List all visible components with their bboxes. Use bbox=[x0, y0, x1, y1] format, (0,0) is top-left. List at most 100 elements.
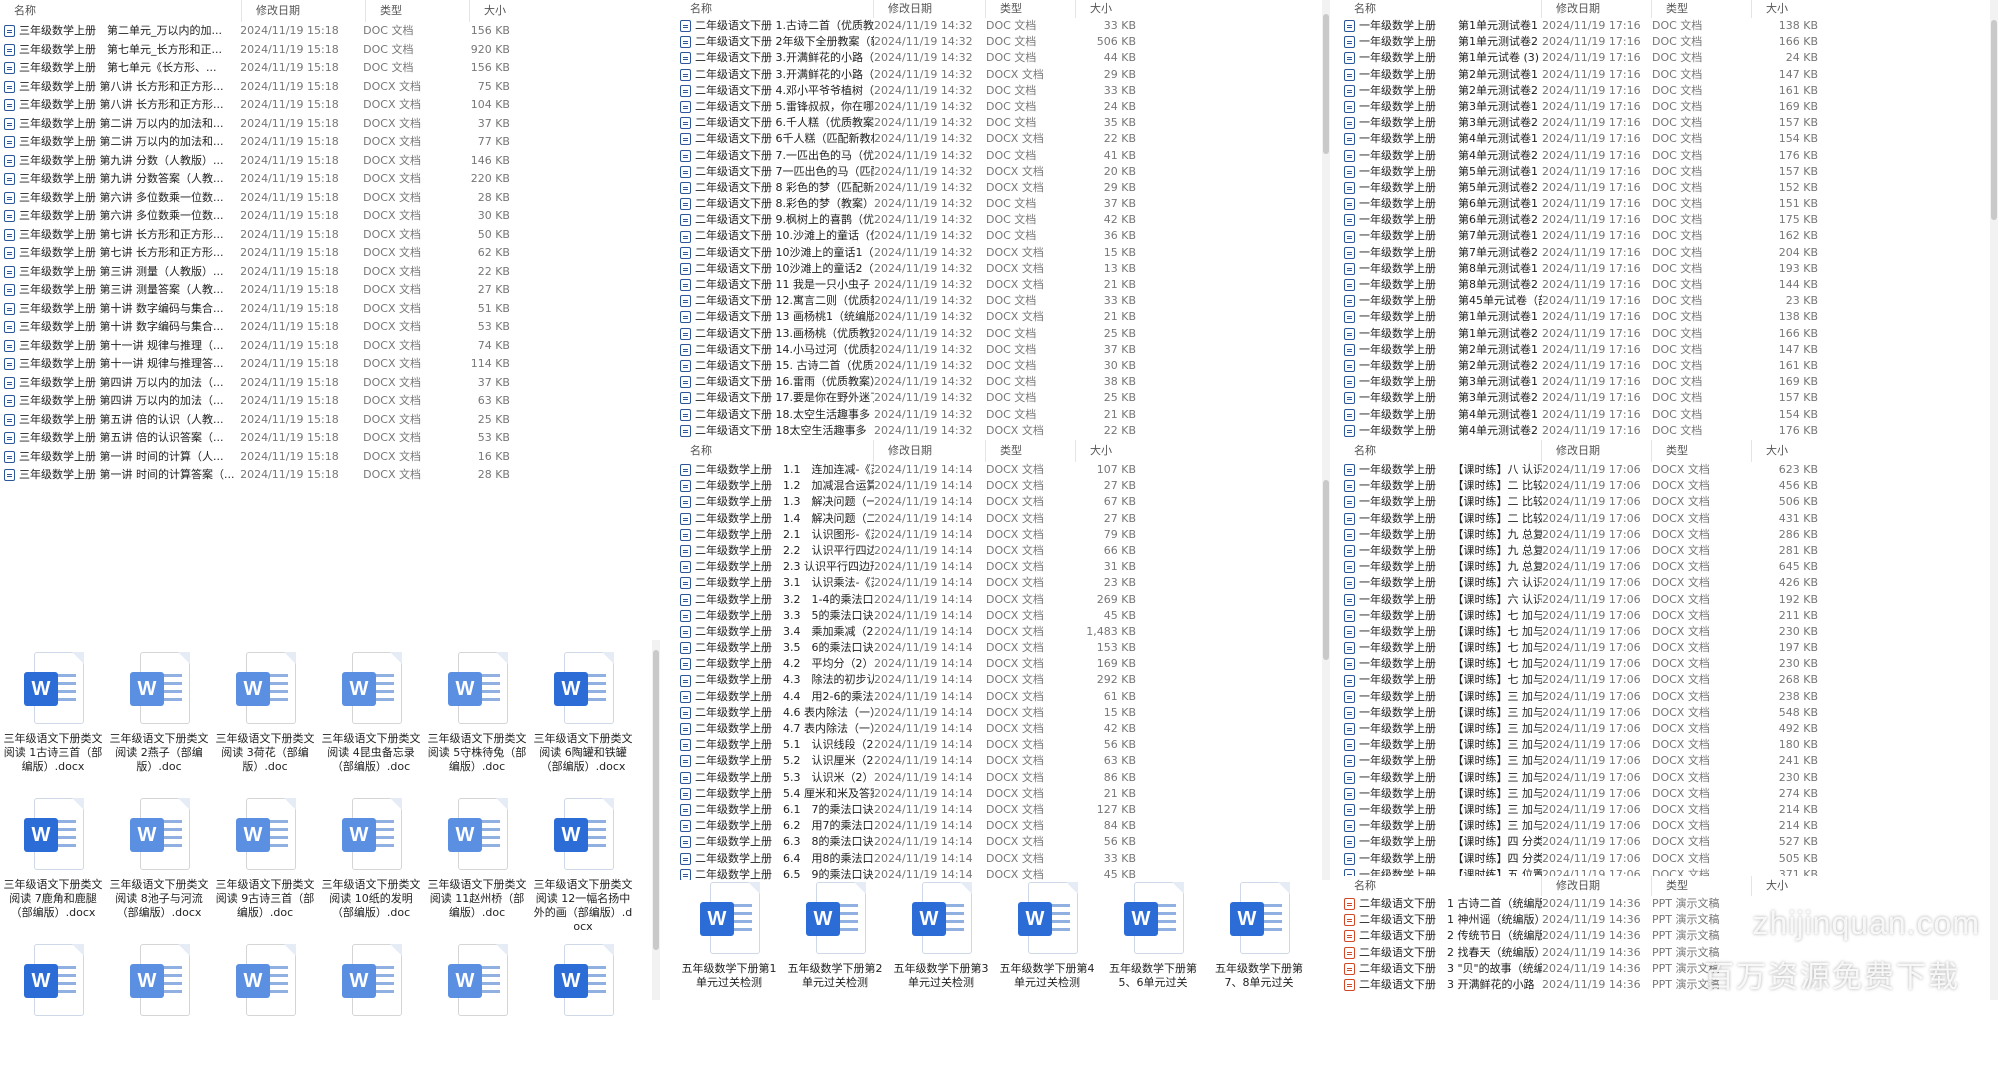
column-type-header[interactable]: 类型 bbox=[1652, 0, 1752, 18]
file-row[interactable]: 二年级数学上册 4.7 表内除法（一）... 2024/11/19 14:14 DO… bbox=[676, 721, 1310, 737]
file-row[interactable]: 一年级数学上册 【课时练】四 分类篇...2024/11/19 17:06 DOC… bbox=[1340, 851, 1990, 867]
file-tile[interactable]: W bbox=[530, 940, 636, 1086]
file-row[interactable]: 二年级数学上册 3.5 6的乘法口诀（2...2024/11/19 14:14 D… bbox=[676, 640, 1310, 656]
file-tile[interactable]: W 三年级语文下册类文阅读 5守株待兔（部编版）.doc bbox=[424, 648, 530, 794]
file-row[interactable]: 一年级数学上册 【课时练】六 认识图...2024/11/19 17:06 DOC… bbox=[1340, 592, 1990, 608]
file-row[interactable]: 二年级语文下册 15. 古诗二首（优质教...2024/11/19 14:32 D… bbox=[676, 358, 1310, 374]
scrollbar-right-middle[interactable] bbox=[1322, 440, 1330, 880]
file-row[interactable]: 二年级语文下册 4.邓小平爷爷植树（优...2024/11/19 14:32 DO… bbox=[676, 83, 1310, 99]
column-size-header[interactable]: 大小 bbox=[1752, 876, 1812, 896]
file-row[interactable]: 一年级数学上册 【课时练】三 加与减...2024/11/19 17:06 DOC… bbox=[1340, 802, 1990, 818]
file-row[interactable]: 二年级数学上册 4.6 表内除法（一）... 2024/11/19 14:14 DO… bbox=[676, 705, 1310, 721]
file-row[interactable]: 三年级数学上册 第七讲 长方形和正方形... 2024/11/19 15:18 DO… bbox=[0, 244, 510, 263]
file-row[interactable]: 二年级数学上册 3.1 认识乘法-《苏教...2024/11/19 14:14 D… bbox=[676, 575, 1310, 591]
file-row[interactable]: 一年级数学上册 【课时练】九 总复习...2024/11/19 17:06 DOC… bbox=[1340, 543, 1990, 559]
file-row[interactable]: 二年级语文下册 8 彩色的梦（匹配新教...2024/11/19 14:32 DO… bbox=[676, 180, 1310, 196]
file-row[interactable]: 一年级数学上册 第3单元测试卷2（... 2024/11/19 17:16 DOC … bbox=[1340, 390, 1990, 406]
scrollbar-thumb[interactable] bbox=[653, 650, 659, 950]
file-row[interactable]: 一年级数学上册 第4单元测试卷2（... 2024/11/19 17:16 DOC … bbox=[1340, 148, 1990, 164]
file-row[interactable]: 一年级数学上册 【课时练】九 总复习...2024/11/19 17:06 DOC… bbox=[1340, 527, 1990, 543]
file-row[interactable]: 二年级数学上册 2.2 认识平行四边形-...2024/11/19 14:14 D… bbox=[676, 543, 1310, 559]
file-row[interactable]: 二年级语文下册 5.雷锋叔叔，你在哪里...2024/11/19 14:32 DO… bbox=[676, 99, 1310, 115]
file-row[interactable]: 一年级数学上册 第2单元测试卷2（... 2024/11/19 17:16 DOC … bbox=[1340, 83, 1990, 99]
file-row[interactable]: 二年级语文下册 18.太空生活趣事多（优...2024/11/19 14:32 D… bbox=[676, 407, 1310, 423]
file-tile[interactable]: W 五年级数学下册第7、8单元过关 bbox=[1206, 878, 1312, 1024]
file-row[interactable]: 一年级数学上册 【课时练】六 认识图...2024/11/19 17:06 DOC… bbox=[1340, 575, 1990, 591]
column-type-header[interactable]: 类型 bbox=[986, 440, 1076, 462]
file-row[interactable]: 一年级数学上册 第6单元测试卷1（... 2024/11/19 17:16 DOC … bbox=[1340, 196, 1990, 212]
file-tile[interactable]: W 三年级语文下册类文阅读 1古诗三首（部编版）.docx bbox=[0, 648, 106, 794]
column-name-header[interactable]: 名称 bbox=[1340, 0, 1542, 18]
file-tile[interactable]: W 五年级数学下册第3单元过关检测 bbox=[888, 878, 994, 1024]
file-row[interactable]: 三年级数学上册 第四讲 万以内的加法（... 2024/11/19 15:18 DO… bbox=[0, 392, 510, 411]
column-name-header[interactable]: 名称 bbox=[0, 0, 242, 22]
file-row[interactable]: 一年级数学上册 【课时练】三 加与减...2024/11/19 17:06 DOC… bbox=[1340, 786, 1990, 802]
scrollbar-far-right[interactable] bbox=[1990, 0, 1998, 1000]
file-row[interactable]: 二年级语文下册 3.开满鲜花的小路（匹...2024/11/19 14:32 DO… bbox=[676, 50, 1310, 66]
file-row[interactable]: 一年级数学上册 第4单元测试卷1（... 2024/11/19 17:16 DOC … bbox=[1340, 131, 1990, 147]
column-date-header[interactable]: 修改日期 bbox=[874, 0, 986, 18]
file-row[interactable]: 一年级数学上册 【课时练】三 加与减...2024/11/19 17:06 DOC… bbox=[1340, 689, 1990, 705]
file-tile[interactable]: W 三年级语文下册类文阅读 8池子与河流（部编版）.docx bbox=[106, 794, 212, 940]
file-row[interactable]: 三年级数学上册 第一讲 时间的计算答案（... 2024/11/19 15:18 D… bbox=[0, 466, 510, 485]
file-row[interactable]: 二年级语文下册 2年级下全册教案（新... 2024/11/19 14:32 DOC… bbox=[676, 34, 1310, 50]
file-row[interactable]: 三年级数学上册 第五讲 倍的认识（人教... 2024/11/19 15:18 DO… bbox=[0, 411, 510, 430]
file-row[interactable]: 一年级数学上册 第3单元测试卷1（... 2024/11/19 17:16 DOC … bbox=[1340, 99, 1990, 115]
file-row[interactable]: 二年级数学上册 1.2 加减混合运算（2...2024/11/19 14:14 D… bbox=[676, 478, 1310, 494]
file-row[interactable]: 一年级数学上册 第8单元测试卷2（... 2024/11/19 17:16 DOC … bbox=[1340, 277, 1990, 293]
file-row[interactable]: 一年级数学上册 第5单元测试卷2（... 2024/11/19 17:16 DOC … bbox=[1340, 180, 1990, 196]
file-row[interactable]: 二年级语文下册 18太空生活趣事多（统...2024/11/19 14:32 DO… bbox=[676, 423, 1310, 439]
file-row[interactable]: 二年级数学上册 1.4 解决问题（二）-...2024/11/19 14:14 D… bbox=[676, 511, 1310, 527]
file-row[interactable]: 二年级语文下册 12.寓言二则（优质教案...2024/11/19 14:32 D… bbox=[676, 293, 1310, 309]
file-row[interactable]: 二年级语文下册 6.千人糕（优质教案）...2024/11/19 14:32 DO… bbox=[676, 115, 1310, 131]
file-row[interactable]: 三年级数学上册 第九讲 分数答案（人教... 2024/11/19 15:18 DO… bbox=[0, 170, 510, 189]
column-name-header[interactable]: 名称 bbox=[676, 440, 874, 462]
file-row[interactable]: 一年级数学上册 第5单元测试卷1（... 2024/11/19 17:16 DOC … bbox=[1340, 164, 1990, 180]
file-row[interactable]: 二年级数学上册 5.4 厘米和米及答案（...2024/11/19 14:14 D… bbox=[676, 786, 1310, 802]
file-tile[interactable]: W 三年级语文下册类文阅读 2燕子（部编版）.doc bbox=[106, 648, 212, 794]
file-row[interactable]: 一年级数学上册 【课时练】二 比较篇...2024/11/19 17:06 DOC… bbox=[1340, 478, 1990, 494]
file-row[interactable]: 二年级数学上册 4.4 用2-6的乘法口...2024/11/19 14:14 D… bbox=[676, 689, 1310, 705]
file-row[interactable]: 二年级语文下册 13.画杨桃（优质教案）...2024/11/19 14:32 D… bbox=[676, 326, 1310, 342]
file-row[interactable]: 二年级语文下册 10沙滩上的童话1（统...2024/11/19 14:32 DO… bbox=[676, 245, 1310, 261]
file-row[interactable]: 一年级数学上册 第1单元试卷 (3)（... 2024/11/19 17:16 DO… bbox=[1340, 50, 1990, 66]
file-row[interactable]: 三年级数学上册 第九讲 分数（人教版）... 2024/11/19 15:18 DO… bbox=[0, 152, 510, 171]
file-row[interactable]: 二年级语文下册 7.一匹出色的马（优质...2024/11/19 14:32 DO… bbox=[676, 148, 1310, 164]
file-row[interactable]: 一年级数学上册 第2单元测试卷2（... 2024/11/19 17:16 DOC … bbox=[1340, 358, 1990, 374]
file-row[interactable]: 一年级数学上册 第1单元测试卷2（... 2024/11/19 17:16 DOC … bbox=[1340, 326, 1990, 342]
file-row[interactable]: 一年级数学上册 第45单元试卷（部... 2024/11/19 17:16 DOC … bbox=[1340, 293, 1990, 309]
column-type-header[interactable]: 类型 bbox=[1652, 876, 1752, 896]
column-size-header[interactable]: 大小 bbox=[1076, 440, 1136, 462]
file-row[interactable]: 一年级数学上册 【课时练】八 认识钟...2024/11/19 17:06 DOC… bbox=[1340, 462, 1990, 478]
file-row[interactable]: 三年级数学上册 第八讲 长方形和正方形... 2024/11/19 15:18 DO… bbox=[0, 78, 510, 97]
file-row[interactable]: 二年级数学上册 6.2 用7的乘法口诀求...2024/11/19 14:14 D… bbox=[676, 818, 1310, 834]
file-tile[interactable]: W 三年级语文下册类文阅读 12一幅名扬中外的画（部编版）.docx bbox=[530, 794, 636, 940]
file-row[interactable]: 三年级数学上册 第十讲 数字编码与集合... 2024/11/19 15:18 DO… bbox=[0, 300, 510, 319]
column-type-header[interactable]: 类型 bbox=[1652, 440, 1752, 462]
file-row[interactable]: 三年级数学上册 第十讲 数字编码与集合... 2024/11/19 15:18 DO… bbox=[0, 318, 510, 337]
file-tile[interactable]: W bbox=[0, 940, 106, 1086]
file-row[interactable]: 一年级数学上册 【课时练】三 加与减...2024/11/19 17:06 DOC… bbox=[1340, 705, 1990, 721]
column-date-header[interactable]: 修改日期 bbox=[1542, 876, 1652, 896]
file-row[interactable]: 二年级语文下册 10.沙滩上的童话（优质...2024/11/19 14:32 D… bbox=[676, 228, 1310, 244]
file-row[interactable]: 一年级数学上册 第1单元测试卷1（... 2024/11/19 17:16 DOC … bbox=[1340, 309, 1990, 325]
file-row[interactable]: 二年级语文下册 14.小马过河（优质教案...2024/11/19 14:32 D… bbox=[676, 342, 1310, 358]
file-tile[interactable]: W 五年级数学下册第4单元过关检测 bbox=[994, 878, 1100, 1024]
column-size-header[interactable]: 大小 bbox=[470, 0, 510, 22]
file-tile[interactable]: W 五年级数学下册第5、6单元过关 bbox=[1100, 878, 1206, 1024]
file-row[interactable]: 一年级数学上册 第4单元测试卷1（... 2024/11/19 17:16 DOC … bbox=[1340, 407, 1990, 423]
file-row[interactable]: 三年级数学上册 第二讲 万以内的加法和... 2024/11/19 15:18 DO… bbox=[0, 133, 510, 152]
file-row[interactable]: 一年级数学上册 第6单元测试卷2（... 2024/11/19 17:16 DOC … bbox=[1340, 212, 1990, 228]
file-row[interactable]: 一年级数学上册 【课时练】七 加与减...2024/11/19 17:06 DOC… bbox=[1340, 624, 1990, 640]
file-tile[interactable]: W 五年级数学下册第2单元过关检测 bbox=[782, 878, 888, 1024]
file-row[interactable]: 一年级数学上册 【课时练】三 加与减...2024/11/19 17:06 DOC… bbox=[1340, 770, 1990, 786]
file-row[interactable]: 三年级数学上册 第四讲 万以内的加法（... 2024/11/19 15:18 DO… bbox=[0, 374, 510, 393]
file-row[interactable]: 一年级数学上册 第7单元测试卷1（... 2024/11/19 17:16 DOC … bbox=[1340, 228, 1990, 244]
file-tile[interactable]: W 三年级语文下册类文阅读 10纸的发明（部编版）.doc bbox=[318, 794, 424, 940]
file-tile[interactable]: W 三年级语文下册类文阅读 4昆虫备忘录（部编版）.doc bbox=[318, 648, 424, 794]
file-row[interactable]: 二年级语文下册 9.枫树上的喜鹊（优质...2024/11/19 14:32 DO… bbox=[676, 212, 1310, 228]
file-row[interactable]: 一年级数学上册 第8单元测试卷1（... 2024/11/19 17:16 DOC … bbox=[1340, 261, 1990, 277]
file-row[interactable]: 二年级语文下册 10沙滩上的童话2（统...2024/11/19 14:32 DO… bbox=[676, 261, 1310, 277]
column-size-header[interactable]: 大小 bbox=[1076, 0, 1136, 18]
file-row[interactable]: 二年级数学上册 3.3 5的乘法口诀（2...2024/11/19 14:14 D… bbox=[676, 608, 1310, 624]
